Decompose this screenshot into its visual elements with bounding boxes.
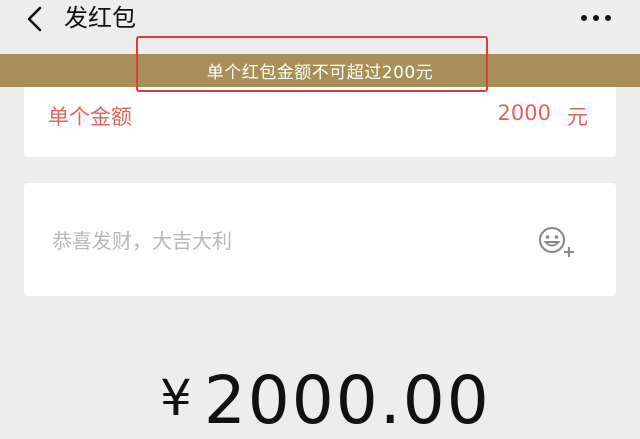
warning-banner: 单个红包金额不可超过200元 xyxy=(0,54,640,87)
amount-value-group: 2000 元 xyxy=(498,101,588,131)
amount-unit: 元 xyxy=(567,105,588,129)
page-title: 发红包 xyxy=(64,4,136,32)
top-bar: 发红包 xyxy=(0,0,640,40)
chevron-left-icon[interactable] xyxy=(20,2,50,36)
greeting-input[interactable] xyxy=(52,227,512,255)
amount-value[interactable]: 2000 xyxy=(498,101,551,131)
warning-text: 单个红包金额不可超过200元 xyxy=(206,63,434,83)
emoji-add-icon[interactable] xyxy=(536,223,576,259)
greeting-card xyxy=(24,183,616,296)
total-amount: ¥2000.00 xyxy=(160,362,491,439)
total-amount-value: 2000.00 xyxy=(203,362,491,439)
currency-symbol: ¥ xyxy=(160,369,194,427)
more-dots-icon[interactable] xyxy=(576,4,616,32)
amount-label: 单个金额 xyxy=(48,105,132,129)
amount-card[interactable]: 单个金额 2000 元 xyxy=(24,87,616,157)
